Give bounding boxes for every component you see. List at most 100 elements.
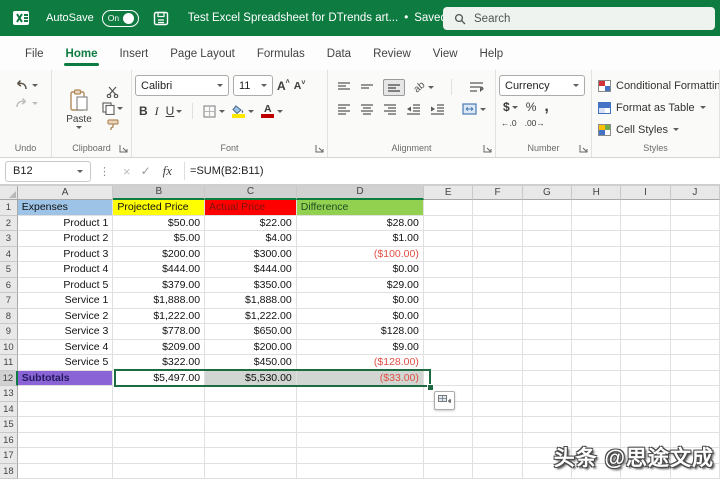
cell-I10[interactable] [621, 339, 671, 355]
paste-button[interactable]: Paste [60, 75, 98, 142]
cell-H5[interactable] [571, 262, 622, 278]
cell-F17[interactable] [473, 448, 523, 464]
cell-E1[interactable] [423, 200, 474, 216]
cell-C15[interactable] [205, 417, 297, 433]
cell-D17[interactable] [296, 448, 424, 464]
shrink-font-button[interactable]: A ˅ [294, 80, 306, 92]
cell-I2[interactable] [621, 215, 671, 231]
cell-C9[interactable]: $650.00 [205, 324, 297, 340]
row-header-6[interactable]: 6 [0, 277, 18, 293]
cell-A7[interactable]: Service 1 [17, 293, 114, 309]
cell-E7[interactable] [423, 293, 474, 309]
cell-J6[interactable] [670, 277, 720, 293]
align-middle-button[interactable] [360, 81, 374, 93]
row-header-9[interactable]: 9 [0, 324, 18, 340]
cell-A14[interactable] [17, 401, 114, 417]
row-header-11[interactable]: 11 [0, 355, 18, 371]
row-header-5[interactable]: 5 [0, 262, 18, 278]
cell-C1[interactable]: Actual Price [205, 200, 297, 216]
decrease-indent-button[interactable] [406, 103, 421, 115]
cell-A10[interactable]: Service 4 [17, 339, 114, 355]
align-top-button[interactable] [337, 81, 351, 93]
cell-E8[interactable] [423, 308, 474, 324]
quick-analysis-button[interactable] [434, 391, 455, 410]
cell-I13[interactable] [621, 386, 671, 402]
underline-button[interactable]: U [166, 104, 183, 118]
column-header-G[interactable]: G [522, 186, 573, 200]
grow-font-button[interactable]: A ˄ [277, 79, 290, 93]
cell-G3[interactable] [522, 231, 572, 247]
cell-C5[interactable]: $444.00 [205, 262, 297, 278]
cell-A13[interactable] [17, 386, 114, 402]
row-header-14[interactable]: 14 [0, 401, 18, 417]
cell-B5[interactable]: $444.00 [113, 262, 206, 278]
number-format-combo[interactable]: Currency [499, 75, 585, 96]
cell-F6[interactable] [473, 277, 523, 293]
cell-C11[interactable]: $450.00 [205, 355, 297, 371]
cut-button[interactable] [102, 86, 123, 98]
cell-H6[interactable] [571, 277, 622, 293]
cell-E4[interactable] [423, 246, 474, 262]
cancel-button[interactable]: × [123, 164, 131, 179]
cell-C18[interactable] [205, 463, 297, 479]
cell-I7[interactable] [621, 293, 671, 309]
cell-D18[interactable] [296, 463, 424, 479]
cell-D10[interactable]: $9.00 [296, 339, 424, 355]
increase-decimal-button[interactable]: ←.0 [501, 118, 517, 128]
cell-G11[interactable] [522, 355, 572, 371]
fill-color-button[interactable] [232, 104, 255, 118]
cell-G15[interactable] [522, 417, 572, 433]
cell-D12[interactable]: ($33.00) [296, 370, 424, 386]
cell-J11[interactable] [670, 355, 720, 371]
cell-A2[interactable]: Product 1 [17, 215, 114, 231]
clipboard-dialog-launcher[interactable] [119, 144, 128, 153]
cell-H3[interactable] [571, 231, 622, 247]
search-box[interactable]: Search [443, 7, 715, 30]
column-header-D[interactable]: D [296, 186, 425, 200]
cell-E11[interactable] [423, 355, 474, 371]
cell-A3[interactable]: Product 2 [17, 231, 114, 247]
cell-D14[interactable] [296, 401, 424, 417]
cell-D3[interactable]: $1.00 [296, 231, 424, 247]
wrap-text-button[interactable] [469, 81, 484, 93]
row-header-17[interactable]: 17 [0, 448, 18, 464]
cell-J15[interactable] [670, 417, 720, 433]
cell-I15[interactable] [621, 417, 671, 433]
column-header-B[interactable]: B [113, 186, 206, 200]
cell-B15[interactable] [113, 417, 206, 433]
cell-H8[interactable] [571, 308, 622, 324]
column-header-H[interactable]: H [572, 186, 622, 200]
cell-C7[interactable]: $1,888.00 [205, 293, 297, 309]
tab-review[interactable]: Review [362, 39, 422, 68]
cell-C13[interactable] [205, 386, 297, 402]
cell-F16[interactable] [473, 432, 523, 448]
cell-F2[interactable] [473, 215, 523, 231]
align-center-button[interactable] [360, 103, 374, 115]
cell-J5[interactable] [670, 262, 720, 278]
cell-F3[interactable] [473, 231, 523, 247]
cell-G9[interactable] [522, 324, 572, 340]
enter-button[interactable]: ✓ [141, 164, 151, 178]
cell-F13[interactable] [473, 386, 523, 402]
cell-B17[interactable] [113, 448, 206, 464]
cell-B13[interactable] [113, 386, 206, 402]
column-header-C[interactable]: C [205, 186, 297, 200]
cell-J3[interactable] [670, 231, 720, 247]
tab-file[interactable]: File [14, 39, 55, 68]
cell-D8[interactable]: $0.00 [296, 308, 424, 324]
column-header-F[interactable]: F [473, 186, 523, 200]
cell-H2[interactable] [571, 215, 622, 231]
decrease-decimal-button[interactable]: .00→ [525, 118, 545, 128]
cell-B10[interactable]: $209.00 [113, 339, 206, 355]
name-box[interactable]: B12 [5, 160, 91, 182]
cell-B2[interactable]: $50.00 [113, 215, 206, 231]
cell-styles-button[interactable]: Cell Styles [598, 119, 716, 140]
cell-E3[interactable] [423, 231, 474, 247]
cell-E2[interactable] [423, 215, 474, 231]
cell-E9[interactable] [423, 324, 474, 340]
cell-J4[interactable] [670, 246, 720, 262]
cell-H11[interactable] [571, 355, 622, 371]
undo-button[interactable] [14, 79, 38, 91]
tab-insert[interactable]: Insert [108, 39, 159, 68]
cell-B7[interactable]: $1,888.00 [113, 293, 206, 309]
